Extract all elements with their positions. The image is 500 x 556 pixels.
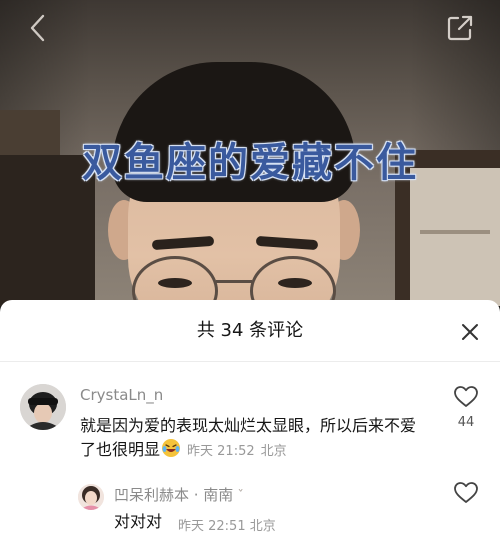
reply-location: 北京 bbox=[249, 519, 276, 534]
background-frame-line bbox=[420, 230, 490, 234]
close-button[interactable] bbox=[456, 318, 484, 346]
share-button[interactable] bbox=[444, 12, 476, 44]
background-frame-inner bbox=[410, 168, 500, 306]
video-caption: 双鱼座的爱藏不住 bbox=[82, 140, 418, 186]
reply-mark: ˇ bbox=[237, 489, 244, 504]
comment-username[interactable]: CrystaLn_n bbox=[80, 386, 163, 404]
comment-time: 昨天 21:52 bbox=[187, 444, 255, 459]
close-icon bbox=[462, 324, 478, 340]
heart-outline-icon bbox=[454, 386, 478, 407]
chevron-left-icon bbox=[30, 14, 45, 42]
avatar[interactable] bbox=[20, 384, 66, 430]
glasses-bridge bbox=[216, 280, 252, 283]
reply-time: 昨天 22:51 bbox=[178, 519, 246, 534]
video-player[interactable]: 双鱼座的爱藏不住 bbox=[0, 0, 500, 306]
like-button[interactable] bbox=[448, 481, 484, 505]
user-avatar-image bbox=[20, 384, 66, 430]
crying-laughing-emoji-icon bbox=[162, 439, 181, 457]
comments-title: 共 34 条评论 bbox=[196, 320, 304, 341]
user-avatar-image bbox=[78, 484, 104, 510]
avatar[interactable] bbox=[78, 484, 104, 510]
reply-text: 对对对 bbox=[114, 512, 163, 531]
comment-location: 北京 bbox=[260, 444, 287, 459]
reply-username[interactable]: 凹呆利赫本 · 南南 ˇ bbox=[114, 484, 244, 505]
comment-text: 就是因为爱的表现太灿烂太显眼，所以后来不爱了也很明显 昨天 21:52 北京 bbox=[80, 414, 420, 464]
heart-outline-icon bbox=[454, 482, 478, 503]
back-button[interactable] bbox=[22, 12, 54, 44]
reply-meta: 昨天 22:51 北京 bbox=[178, 515, 276, 534]
comments-sheet: 共 34 条评论 CrystaLn_n 就是因为爱的表现太灿烂太显眼，所以后来不… bbox=[0, 300, 500, 556]
like-button[interactable]: 44 bbox=[448, 385, 484, 430]
like-count: 44 bbox=[457, 415, 475, 430]
reply-username-text: 凹呆利赫本 · 南南 bbox=[114, 486, 234, 504]
comments-header: 共 34 条评论 bbox=[0, 300, 500, 362]
share-external-icon bbox=[447, 15, 473, 41]
